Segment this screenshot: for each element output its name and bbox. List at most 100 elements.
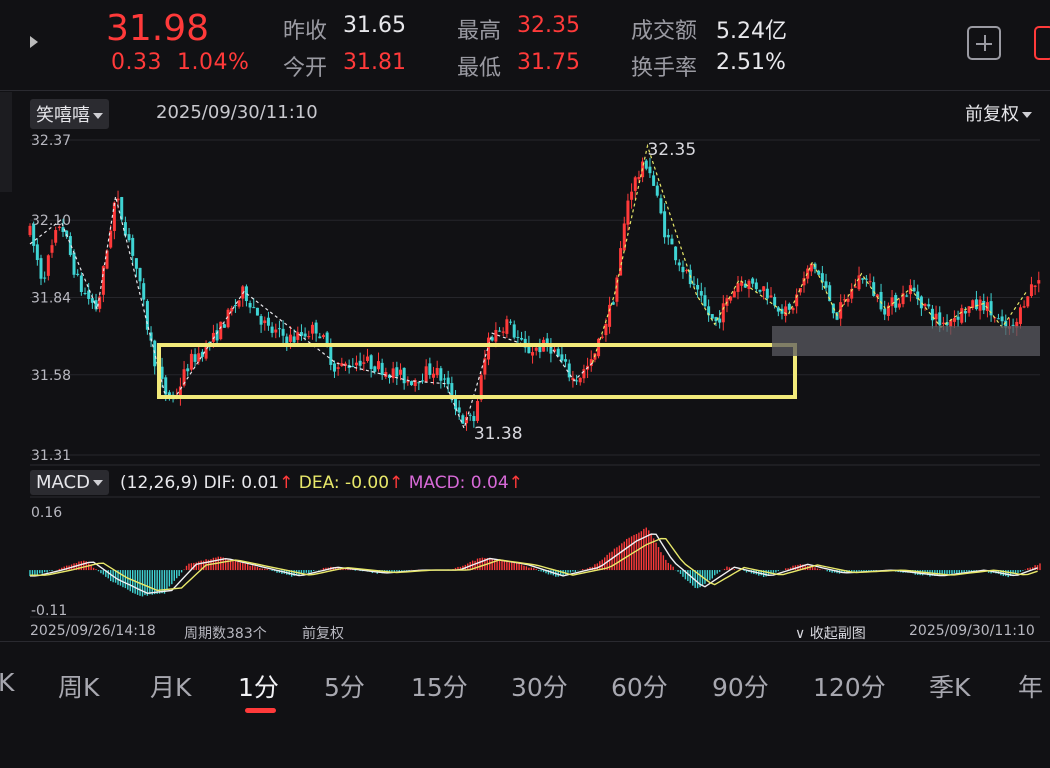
candle (919, 296, 923, 309)
candle (868, 281, 872, 283)
candle (134, 258, 138, 269)
candle (666, 234, 670, 238)
tab-1min[interactable]: 1分 (238, 668, 279, 704)
candle (630, 191, 634, 200)
candle (369, 355, 373, 370)
candle (321, 335, 325, 338)
candle (270, 326, 274, 333)
candle (332, 363, 336, 372)
tab-15min[interactable]: 15分 (411, 668, 468, 704)
candle (670, 238, 674, 245)
tab-60min[interactable]: 60分 (611, 668, 668, 704)
candle (222, 324, 226, 328)
candle (769, 295, 773, 298)
candle (762, 286, 766, 292)
candle (329, 345, 333, 365)
candle (879, 291, 883, 310)
footer-adjust: 前复权 (302, 626, 344, 642)
tab-week[interactable]: 周K (58, 668, 99, 704)
candle (747, 280, 751, 289)
candle (846, 298, 850, 302)
candle (248, 302, 252, 308)
candle (857, 275, 861, 290)
candle (457, 407, 461, 413)
tab-5min[interactable]: 5分 (324, 668, 365, 704)
candle (435, 367, 439, 376)
candle (890, 297, 894, 307)
candle (35, 244, 39, 261)
candle (897, 303, 901, 308)
candle (197, 353, 201, 362)
candle (765, 288, 769, 299)
candle (696, 284, 700, 290)
candle (626, 200, 630, 225)
candle (318, 336, 322, 339)
candle (443, 378, 447, 380)
high-annotation: 32.35 (647, 140, 696, 160)
candle (853, 286, 857, 288)
tab-year[interactable]: 年 (1018, 668, 1043, 704)
candle (432, 373, 436, 378)
candle (410, 381, 414, 386)
candle (112, 202, 116, 231)
candle (960, 308, 964, 323)
candle (674, 246, 678, 261)
candle (773, 296, 777, 306)
tab-quarter[interactable]: 季K (929, 668, 970, 704)
candle (1037, 280, 1041, 284)
candle (461, 415, 465, 424)
candle (516, 336, 520, 338)
candle (266, 317, 270, 326)
candle (120, 197, 124, 220)
candle (718, 318, 722, 323)
candle (974, 299, 978, 310)
candle (677, 262, 681, 266)
candle (145, 301, 149, 330)
candle (57, 226, 61, 229)
tab-120min[interactable]: 120分 (813, 668, 886, 704)
candle (90, 298, 94, 303)
dea-line (30, 537, 1038, 592)
candle (307, 336, 311, 338)
candle (277, 328, 281, 330)
candle (237, 300, 241, 307)
candle (644, 160, 648, 169)
tab-90min[interactable]: 90分 (712, 668, 769, 704)
candle (934, 313, 938, 320)
collapse-subchart-button[interactable]: ∨ 收起副图 (795, 623, 866, 643)
candle (963, 311, 967, 314)
candle (604, 323, 608, 336)
candle (758, 289, 762, 292)
candle (193, 354, 197, 362)
candle (402, 367, 406, 384)
candle (751, 278, 755, 284)
candle (534, 347, 538, 351)
candle (186, 368, 190, 372)
candle (520, 337, 524, 340)
candle (1026, 296, 1030, 307)
candle (131, 237, 135, 256)
tab-k[interactable]: K (0, 668, 14, 697)
candle (916, 291, 920, 300)
candle (982, 300, 986, 311)
candle (498, 330, 502, 332)
candle (941, 322, 945, 324)
tab-month[interactable]: 月K (150, 668, 191, 704)
candle (54, 230, 58, 243)
kline-chart[interactable]: 32.37 32.10 31.84 31.58 31.31 32.35 31.38 0.16 -… (0, 0, 1050, 640)
price-axis-label: 32.37 (31, 133, 71, 149)
candle (439, 368, 443, 381)
candle (597, 338, 601, 357)
candle (28, 225, 32, 236)
candle (923, 303, 927, 307)
candle (883, 308, 887, 315)
candle (39, 258, 43, 279)
candle (608, 304, 612, 327)
candle (50, 245, 54, 253)
period-count: 周期数383个 (184, 626, 267, 642)
candle (564, 359, 568, 362)
tab-30min[interactable]: 30分 (511, 668, 568, 704)
candle (1033, 285, 1037, 287)
candle (285, 336, 289, 344)
candle (659, 198, 663, 214)
